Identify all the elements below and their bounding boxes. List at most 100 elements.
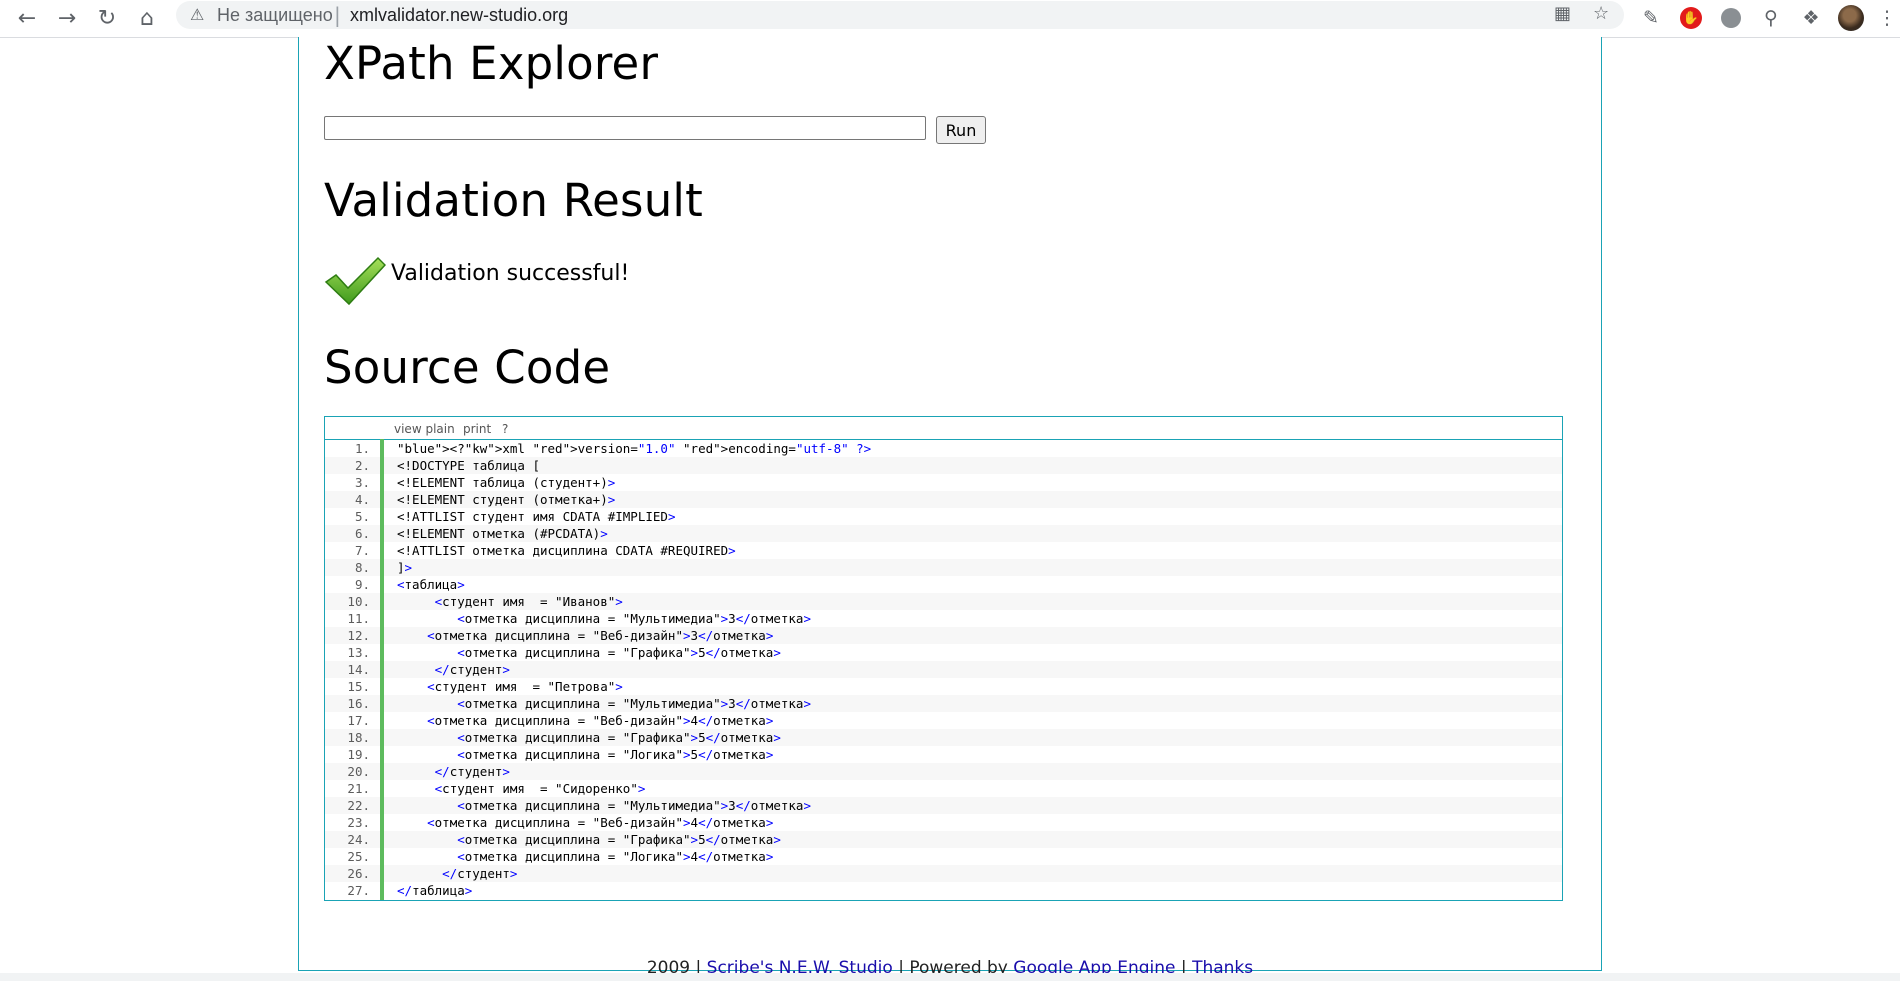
line-code: <!ELEMENT студент (отметка+)> <box>397 492 616 507</box>
line-code: <таблица> <box>397 577 465 592</box>
code-line: 23. <отметка дисциплина = "Веб-дизайн">4… <box>325 814 1562 831</box>
line-number: 3. <box>354 475 370 490</box>
line-number: 2. <box>354 458 370 473</box>
code-line: 22. <отметка дисциплина = "Мультимедиа">… <box>325 797 1562 814</box>
line-number: 25. <box>347 849 370 864</box>
line-code: </таблица> <box>397 883 473 898</box>
line-number: 6. <box>354 526 370 541</box>
profile-avatar[interactable] <box>1837 4 1865 32</box>
address-separator: | <box>334 3 341 27</box>
success-checkmark-icon <box>324 256 386 306</box>
line-number: 9. <box>354 577 370 592</box>
line-code: <отметка дисциплина = "Веб-дизайн">4</от… <box>427 815 774 830</box>
line-code: <!ELEMENT отметка (#PCDATA)> <box>397 526 608 541</box>
line-code: <студент имя = "Петрова"> <box>427 679 623 694</box>
code-line: 5. <!ATTLIST студент имя CDATA #IMPLIED> <box>325 508 1562 525</box>
code-line: 24. <отметка дисциплина = "Графика">5</о… <box>325 831 1562 848</box>
code-line: 16. <отметка дисциплина = "Мультимедиа">… <box>325 695 1562 712</box>
code-line: 8. ]> <box>325 559 1562 576</box>
line-number: 19. <box>347 747 370 762</box>
line-number: 20. <box>347 764 370 779</box>
code-line: 20. </студент> <box>325 763 1562 780</box>
line-code: <отметка дисциплина = "Логика">4</отметк… <box>457 849 774 864</box>
line-code: <!DOCTYPE таблица [ <box>397 458 540 473</box>
code-lines: 1. "blue"><?"kw">xml "red">version="1.0" … <box>325 440 1562 899</box>
code-line: 3. <!ELEMENT таблица (студент+)> <box>325 474 1562 491</box>
validation-message: Validation successful! <box>391 261 630 286</box>
line-code: <отметка дисциплина = "Графика">5</отмет… <box>457 832 781 847</box>
puzzle-extensions-icon[interactable]: ❖ <box>1797 4 1825 32</box>
code-line: 12. <отметка дисциплина = "Веб-дизайн">3… <box>325 627 1562 644</box>
bookmark-star-icon[interactable]: ☆ <box>1593 3 1609 24</box>
line-number: 14. <box>347 662 370 677</box>
url-text[interactable]: xmlvalidator.new-studio.org <box>350 5 568 26</box>
code-line: 19. <отметка дисциплина = "Логика">5</от… <box>325 746 1562 763</box>
back-icon[interactable]: ← <box>12 3 42 33</box>
line-number: 24. <box>347 832 370 847</box>
code-line: 4. <!ELEMENT студент (отметка+)> <box>325 491 1562 508</box>
telescope-extension-icon[interactable]: ⚲ <box>1757 4 1785 32</box>
code-toolbar: view plain print ? <box>325 417 1562 439</box>
code-line: 10. <студент имя = "Иванов"> <box>325 593 1562 610</box>
code-line: 13. <отметка дисциплина = "Графика">5</о… <box>325 644 1562 661</box>
warning-icon: ⚠ <box>190 5 205 24</box>
line-number: 1. <box>354 441 370 456</box>
line-number: 13. <box>347 645 370 660</box>
line-code: <отметка дисциплина = "Графика">5</отмет… <box>457 730 781 745</box>
line-number: 10. <box>347 594 370 609</box>
validation-result-title: Validation Result <box>324 174 703 227</box>
line-number: 16. <box>347 696 370 711</box>
circle-extension-icon[interactable] <box>1717 4 1745 32</box>
code-line: 26. </студент> <box>325 865 1562 882</box>
line-number: 11. <box>347 611 370 626</box>
run-button[interactable]: Run <box>936 116 986 144</box>
code-line: 17. <отметка дисциплина = "Веб-дизайн">4… <box>325 712 1562 729</box>
code-gutter-line <box>380 439 384 900</box>
line-code: <отметка дисциплина = "Мультимедиа">3</о… <box>457 798 811 813</box>
line-code: <студент имя = "Сидоренко"> <box>434 781 646 796</box>
line-number: 7. <box>354 543 370 558</box>
line-code: <!ATTLIST отметка дисциплина CDATA #REQU… <box>397 543 736 558</box>
security-label[interactable]: Не защищено <box>217 5 333 26</box>
line-number: 21. <box>347 781 370 796</box>
print-link[interactable]: print <box>463 422 491 436</box>
code-line: 25. <отметка дисциплина = "Логика">4</от… <box>325 848 1562 865</box>
reload-icon[interactable]: ↻ <box>92 3 122 33</box>
code-line: 15. <студент имя = "Петрова"> <box>325 678 1562 695</box>
line-number: 26. <box>347 866 370 881</box>
view-plain-link[interactable]: view plain <box>394 422 455 436</box>
xpath-input[interactable] <box>324 116 926 140</box>
translate-icon[interactable]: ▦ <box>1554 3 1571 24</box>
line-number: 4. <box>354 492 370 507</box>
line-number: 22. <box>347 798 370 813</box>
browser-menu-icon[interactable]: ⋮ <box>1873 4 1900 32</box>
edit-extension-icon[interactable]: ✎ <box>1637 4 1665 32</box>
address-bar[interactable]: ⚠ Не защищено | xmlvalidator.new-studio.… <box>176 1 1624 29</box>
page-container: XPath Explorer Run Validation Result Val… <box>298 37 1602 978</box>
line-number: 15. <box>347 679 370 694</box>
line-number: 8. <box>354 560 370 575</box>
code-line: 1. "blue"><?"kw">xml "red">version="1.0" … <box>325 440 1562 457</box>
code-line: 9. <таблица> <box>325 576 1562 593</box>
code-line: 14. </студент> <box>325 661 1562 678</box>
browser-toolbar: ← → ↻ ⌂ ⚠ Не защищено | xmlvalidator.new… <box>0 0 1900 38</box>
code-line: 2. <!DOCTYPE таблица [ <box>325 457 1562 474</box>
home-icon[interactable]: ⌂ <box>132 3 162 33</box>
line-code: <отметка дисциплина = "Мультимедиа">3</о… <box>457 611 811 626</box>
code-line: 27. </таблица> <box>325 882 1562 899</box>
stop-extension-icon[interactable]: ✋ <box>1677 4 1705 32</box>
line-number: 5. <box>354 509 370 524</box>
forward-icon[interactable]: → <box>52 3 82 33</box>
line-code: </студент> <box>434 764 510 779</box>
line-code: <отметка дисциплина = "Графика">5</отмет… <box>457 645 781 660</box>
line-code: </студент> <box>434 662 510 677</box>
xpath-explorer-title: XPath Explorer <box>324 37 659 90</box>
line-code: ]> <box>397 560 413 575</box>
line-number: 23. <box>347 815 370 830</box>
line-code: </студент> <box>442 866 518 881</box>
line-code: "blue"><?"kw">xml "red">version="1.0" "r… <box>397 441 872 456</box>
line-code: <отметка дисциплина = "Логика">5</отметк… <box>457 747 774 762</box>
line-number: 18. <box>347 730 370 745</box>
line-code: <отметка дисциплина = "Веб-дизайн">4</от… <box>427 713 774 728</box>
help-link[interactable]: ? <box>502 422 508 436</box>
